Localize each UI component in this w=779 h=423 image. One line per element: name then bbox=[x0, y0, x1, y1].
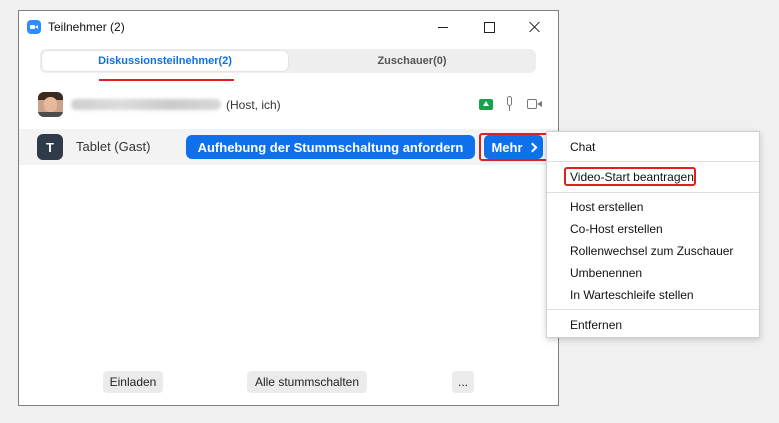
request-unmute-button[interactable]: Aufhebung der Stummschaltung anfordern bbox=[186, 135, 475, 159]
menu-item-chat[interactable]: Chat bbox=[570, 140, 595, 154]
tab-panelists[interactable]: Diskussionsteilnehmer(2) bbox=[42, 51, 288, 71]
menu-divider bbox=[547, 192, 759, 193]
menu-item-rename[interactable]: Umbenennen bbox=[570, 266, 642, 280]
mute-all-button[interactable]: Alle stummschalten bbox=[247, 371, 367, 393]
tab-underline-annotation bbox=[99, 79, 234, 81]
window-title: Teilnehmer (2) bbox=[48, 20, 125, 34]
footer-more-button[interactable]: ... bbox=[452, 371, 474, 393]
menu-divider bbox=[547, 161, 759, 162]
blurred-host-name bbox=[71, 99, 221, 110]
avatar: T bbox=[37, 134, 63, 160]
participant-row-host[interactable]: (Host, ich) bbox=[19, 87, 558, 123]
invite-button[interactable]: Einladen bbox=[103, 371, 163, 393]
participant-context-menu: Chat Video-Start beantragen Host erstell… bbox=[546, 131, 760, 338]
menu-item-waiting-room[interactable]: In Warteschleife stellen bbox=[570, 288, 694, 302]
participant-tabs: Diskussionsteilnehmer(2) Zuschauer(0) bbox=[40, 49, 536, 73]
participant-row-guest[interactable]: T Tablet (Gast) Aufhebung der Stummschal… bbox=[19, 129, 558, 165]
microphone-icon[interactable] bbox=[505, 96, 514, 112]
more-button-highlight bbox=[479, 133, 549, 161]
menu-divider bbox=[547, 309, 759, 310]
menu-item-remove[interactable]: Entfernen bbox=[570, 318, 622, 332]
title-bar[interactable]: Teilnehmer (2) bbox=[19, 11, 558, 43]
tab-attendees[interactable]: Zuschauer(0) bbox=[290, 51, 534, 71]
minimize-icon bbox=[438, 26, 448, 28]
video-camera-icon[interactable] bbox=[527, 99, 542, 109]
maximize-button[interactable] bbox=[466, 11, 512, 43]
close-icon bbox=[529, 21, 541, 33]
menu-item-change-role-attendee[interactable]: Rollenwechsel zum Zuschauer bbox=[570, 244, 733, 258]
participants-window: Teilnehmer (2) Diskussionsteilnehmer(2) … bbox=[18, 10, 559, 406]
menu-item-request-video[interactable]: Video-Start beantragen bbox=[570, 170, 694, 184]
menu-item-make-cohost[interactable]: Co-Host erstellen bbox=[570, 222, 663, 236]
zoom-app-icon bbox=[27, 20, 41, 34]
participant-name: Tablet (Gast) bbox=[76, 139, 151, 154]
minimize-button[interactable] bbox=[420, 11, 466, 43]
host-role-label: (Host, ich) bbox=[226, 98, 281, 112]
share-screen-icon bbox=[479, 99, 493, 110]
maximize-icon bbox=[483, 21, 495, 33]
avatar bbox=[38, 92, 63, 117]
menu-item-make-host[interactable]: Host erstellen bbox=[570, 200, 643, 214]
close-button[interactable] bbox=[512, 11, 558, 43]
